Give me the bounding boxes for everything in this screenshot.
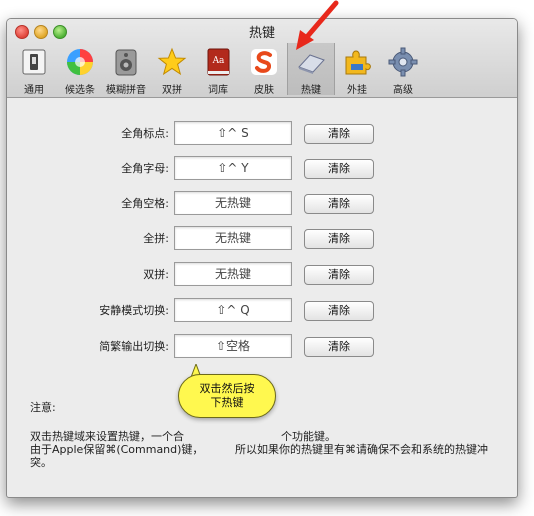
hotkey-field[interactable]: ⇧^ Y — [174, 156, 292, 180]
hotkey-label: 全角字母: — [121, 162, 169, 175]
hotkey-field[interactable]: ⇧^ Q — [174, 298, 292, 322]
callout-line-2: 下热键 — [210, 396, 244, 409]
callout-bubble: 双击然后按 下热键 — [178, 374, 276, 418]
hotkey-field[interactable]: 无热键 — [174, 262, 292, 286]
hotkey-label: 全拼: — [143, 232, 169, 245]
clear-button[interactable]: 清除 — [304, 265, 374, 285]
hotkey-label: 安静模式切换: — [99, 304, 169, 317]
hotkey-row-fullwidth-punct: 全角标点: ⇧^ S 清除 — [19, 121, 503, 145]
hotkey-field[interactable]: ⇧^ S — [174, 121, 292, 145]
clear-button[interactable]: 清除 — [304, 194, 374, 214]
gear-icon — [388, 47, 418, 77]
hotkey-row-fullwidth-letters: 全角字母: ⇧^ Y 清除 — [19, 156, 503, 180]
hotkey-row-shuangpin: 双拼: 无热键 清除 — [19, 262, 503, 286]
clear-button[interactable]: 清除 — [304, 229, 374, 249]
notes-line-2b: 所以如果你的热键里有⌘请确保不会和系统的热键冲 — [235, 443, 488, 456]
star-icon — [157, 47, 187, 76]
toolbar-item-advanced[interactable]: 高级 — [380, 43, 426, 96]
toolbar: 通用 候选条 模糊拼音 双拼 Aa 词库 皮肤 热键 外挂 高级 — [7, 41, 517, 97]
hotkey-field[interactable]: 无热键 — [174, 191, 292, 215]
clear-button[interactable]: 清除 — [304, 301, 374, 321]
switch-icon — [22, 49, 46, 75]
toolbar-item-skin[interactable]: 皮肤 — [241, 43, 287, 96]
window-title: 热键 — [248, 26, 275, 41]
color-wheel-icon — [67, 49, 93, 75]
hotkey-label: 双拼: — [143, 268, 169, 281]
speaker-icon — [115, 49, 137, 76]
hotkey-label: 全角空格: — [121, 197, 169, 210]
hotkeys-pane: 全角标点: ⇧^ S 清除 全角字母: ⇧^ Y 清除 全角空格: 无热键 清除… — [19, 111, 503, 483]
clear-button[interactable]: 清除 — [304, 124, 374, 144]
hotkey-field[interactable]: 无热键 — [174, 226, 292, 250]
notes-title: 注意: — [30, 401, 56, 414]
title-bar: 热键 通用 候选条 模糊拼音 双拼 Aa 词库 皮肤 热键 外挂 高级 — [7, 19, 517, 98]
toolbar-label: 高级 — [393, 85, 413, 96]
hotkey-row-quanpin: 全拼: 无热键 清除 — [19, 226, 503, 250]
hotkey-row-quiet-mode: 安静模式切换: ⇧^ Q 清除 — [19, 298, 503, 322]
preferences-window: 热键 通用 候选条 模糊拼音 双拼 Aa 词库 皮肤 热键 外挂 高级 全角标点… — [6, 18, 518, 498]
notes-line-3: 突。 — [30, 456, 52, 469]
hotkey-label: 简繁输出切换: — [99, 340, 169, 353]
hotkey-row-simp-trad: 简繁输出切换: ⇧空格 清除 — [19, 334, 503, 358]
hotkey-field[interactable]: ⇧空格 — [174, 334, 292, 358]
dictionary-icon: Aa — [207, 48, 230, 76]
annotation-arrow-icon — [296, 0, 339, 50]
svg-text:Aa: Aa — [212, 56, 225, 66]
clear-button[interactable]: 清除 — [304, 337, 374, 357]
hotkey-row-fullwidth-space: 全角空格: 无热键 清除 — [19, 191, 503, 215]
callout-line-1: 双击然后按 — [199, 382, 255, 395]
clear-button[interactable]: 清除 — [304, 159, 374, 179]
sogou-logo-icon — [251, 49, 277, 75]
notes-line-2a: 由于Apple保留⌘(Command)键， — [30, 443, 204, 456]
hotkey-label: 全角标点: — [121, 127, 169, 140]
